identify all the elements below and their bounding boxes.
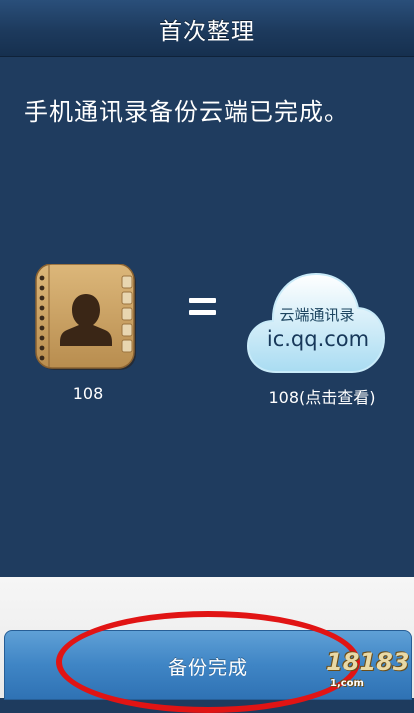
contacts-book-icon[interactable]: [34, 263, 140, 374]
equals-sign-icon: [189, 298, 219, 320]
cloud-domain-text: ic.qq.com: [266, 327, 370, 351]
nav-bar: 首次整理: [0, 0, 414, 57]
watermark-text: 18183: [326, 648, 410, 676]
site-watermark-logo: 18183 1,com: [326, 648, 410, 692]
local-contact-count: 108: [72, 384, 104, 403]
page-title: 首次整理: [159, 19, 255, 45]
cloud-contact-count-link[interactable]: 108(点击查看): [252, 384, 392, 408]
backup-complete-message: 手机通讯录备份云端已完成。: [24, 98, 349, 126]
watermark-subtext: 1,com: [330, 678, 364, 689]
cloud-contacts-label: 云端通讯录: [279, 306, 355, 324]
